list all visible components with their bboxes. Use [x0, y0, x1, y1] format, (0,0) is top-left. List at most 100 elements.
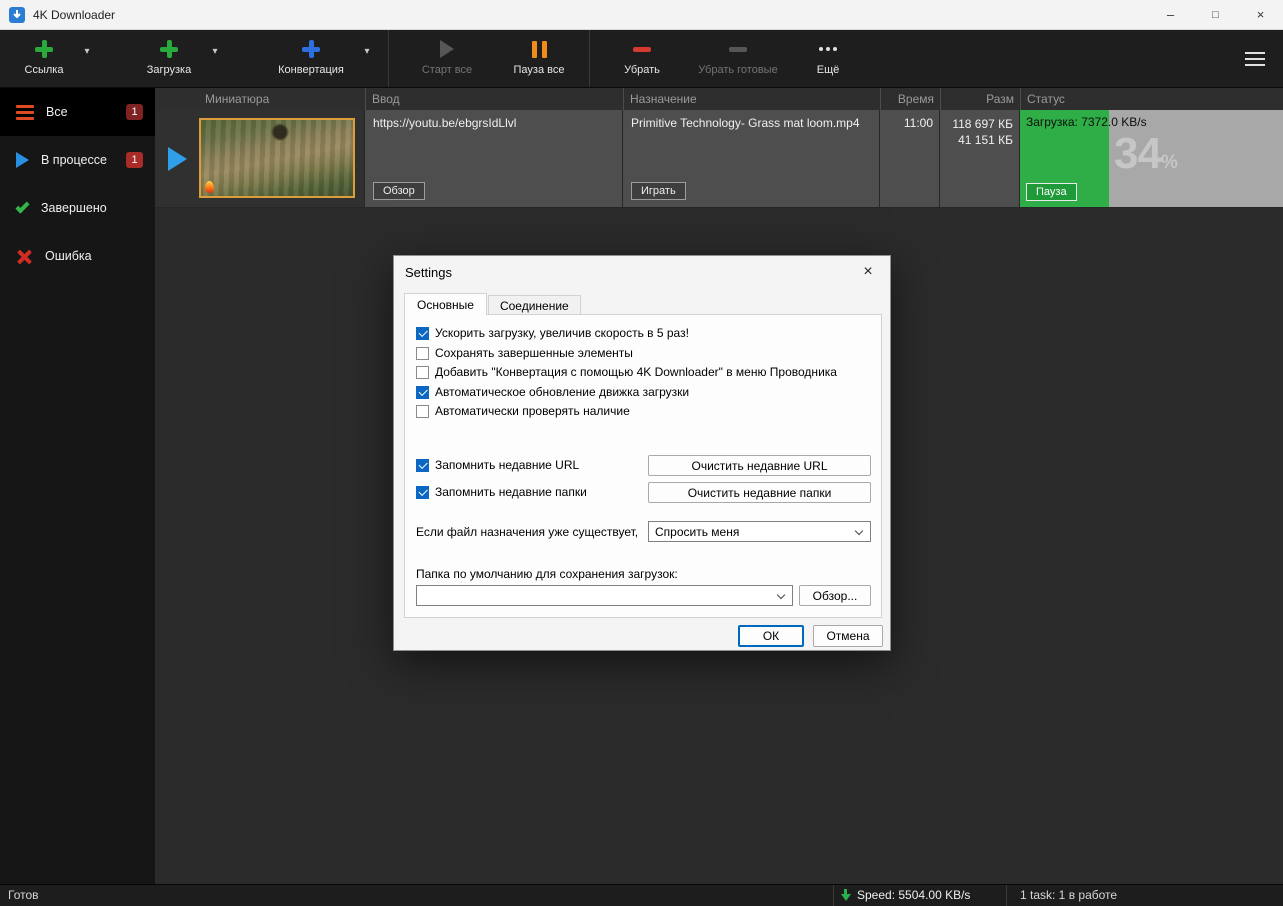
pause-row-button[interactable]: Пауза [1026, 183, 1077, 201]
file-exists-dropdown[interactable]: Спросить меня [648, 521, 871, 542]
chevron-down-icon [854, 526, 864, 536]
table-row[interactable]: https://youtu.be/ebgrsIdLlvl Обзор Primi… [155, 110, 1283, 208]
error-x-icon [16, 248, 33, 265]
pause-all-button[interactable]: Пауза все [499, 30, 579, 87]
row-play-icon[interactable] [168, 147, 187, 171]
time-cell: 11:00 [880, 110, 940, 208]
checkbox-icon [416, 458, 429, 472]
sidebar-item-label: Завершено [41, 201, 107, 215]
dialog-close-button[interactable]: × [846, 256, 890, 288]
source-url: https://youtu.be/ebgrsIdLlvl [373, 116, 517, 130]
checkbox-remember-folders[interactable]: Запомнить недавние папки [416, 485, 587, 499]
in-progress-icon [16, 152, 29, 168]
clear-recent-urls-button[interactable]: Очистить недавние URL [648, 455, 871, 476]
pause-all-label: Пауза все [513, 64, 565, 76]
size-total: 118 697 КБ [952, 117, 1013, 131]
checkbox-remember-urls[interactable]: Запомнить недавние URL [416, 458, 579, 472]
clear-recent-folders-button[interactable]: Очистить недавние папки [648, 482, 871, 503]
link-caret-icon[interactable]: ▾ [76, 46, 98, 87]
checkbox-speedup[interactable]: Ускорить загрузку, увеличив скорость в 5… [416, 326, 689, 340]
column-header-status[interactable]: Статус [1020, 88, 1283, 110]
status-cell: Загрузка: 7372.0 KB/s 34% Пауза [1020, 110, 1283, 208]
add-conversion-label: Конвертация [278, 64, 344, 76]
sidebar-item-in-progress[interactable]: В процессе 1 [0, 136, 155, 184]
default-folder-label: Папка по умолчанию для сохранения загруз… [416, 567, 678, 581]
start-all-label: Старт все [421, 64, 473, 76]
remove-label: Убрать [624, 64, 660, 76]
checkbox-keep-finished[interactable]: Сохранять завершенные элементы [416, 346, 633, 360]
ok-button[interactable]: ОК [738, 625, 804, 647]
checkbox-auto-update-engine[interactable]: Автоматическое обновление движка загрузк… [416, 385, 689, 399]
more-label: Ещё [816, 64, 840, 76]
file-exists-label: Если файл назначения уже существует, [416, 525, 639, 539]
sidebar-item-label: В процессе [41, 153, 107, 167]
remove-finished-label: Убрать готовые [698, 64, 778, 76]
statusbar-divider [833, 885, 834, 906]
tab-connection[interactable]: Соединение [487, 295, 581, 315]
checkbox-icon [416, 385, 429, 399]
titlebar: 4K Downloader – □ × [0, 0, 1283, 30]
table-header: Миниатюра Ввод Назначение Время Разм Ста… [155, 88, 1283, 110]
start-all-button[interactable]: Старт все [405, 30, 489, 87]
cancel-button[interactable]: Отмена [813, 625, 883, 647]
count-badge: 1 [126, 104, 143, 120]
ready-status: Готов [8, 888, 39, 902]
remove-button[interactable]: Убрать [606, 30, 678, 87]
checkbox-auto-check[interactable]: Автоматически проверять наличие [416, 404, 630, 418]
play-all-icon [440, 40, 454, 58]
app-logo-icon [9, 6, 25, 23]
size-cell: 118 697 КБ 41 151 КБ [940, 110, 1020, 208]
toolbar-separator [589, 30, 590, 87]
destination-cell: Primitive Technology- Grass mat loom.mp4… [623, 110, 880, 208]
tab-general[interactable]: Основные [404, 293, 487, 315]
browse-folder-button[interactable]: Обзор... [799, 585, 871, 606]
menu-button[interactable] [1239, 46, 1271, 72]
video-duration: 11:00 [903, 116, 933, 130]
play-row-button[interactable]: Играть [631, 182, 686, 200]
download-speed-text: Загрузка: 7372.0 KB/s [1026, 115, 1147, 129]
statusbar-divider [1006, 885, 1007, 906]
tasks-text: 1 task: 1 в работе [1020, 888, 1118, 902]
browse-row-button[interactable]: Обзор [373, 182, 425, 200]
sidebar-item-all[interactable]: Все 1 [0, 88, 155, 136]
settings-panel: Ускорить загрузку, увеличив скорость в 5… [404, 314, 882, 618]
column-header-size[interactable]: Разм [940, 88, 1020, 110]
conversion-caret-icon[interactable]: ▾ [356, 46, 378, 87]
video-thumbnail[interactable] [199, 118, 355, 198]
column-header-time[interactable]: Время [880, 88, 940, 110]
fire-icon [205, 181, 214, 193]
file-exists-value: Спросить меня [655, 524, 740, 539]
destination-filename: Primitive Technology- Grass mat loom.mp4 [631, 116, 860, 130]
maximize-button[interactable]: □ [1193, 0, 1238, 29]
download-caret-icon[interactable]: ▾ [204, 46, 226, 87]
settings-dialog: Settings × Основные Соединение Ускорить … [393, 255, 891, 651]
more-button[interactable]: Ещё [798, 30, 858, 87]
column-header-destination[interactable]: Назначение [623, 88, 880, 110]
checkbox-explorer-menu[interactable]: Добавить "Конвертация с помощью 4K Downl… [416, 365, 837, 379]
column-header-thumbnail[interactable]: Миниатюра [155, 88, 365, 110]
add-download-label: Загрузка [146, 64, 192, 76]
list-icon [16, 104, 34, 120]
count-badge: 1 [126, 152, 143, 168]
add-conversion-button[interactable]: Конвертация [266, 30, 356, 87]
checkbox-icon [416, 485, 429, 499]
speed-text: Speed: 5504.00 KB/s [857, 888, 971, 902]
checkbox-icon [416, 365, 429, 379]
sidebar-item-label: Все [46, 105, 68, 119]
checkbox-icon [416, 404, 429, 418]
paste-link-button[interactable]: Ссылка [12, 30, 76, 87]
dialog-titlebar: Settings [394, 256, 890, 288]
column-header-input[interactable]: Ввод [365, 88, 623, 110]
chevron-down-icon [776, 590, 786, 600]
sidebar-item-error[interactable]: Ошибка [0, 232, 155, 280]
close-button[interactable]: × [1238, 0, 1283, 29]
add-link-icon [35, 40, 53, 58]
minimize-button[interactable]: – [1148, 0, 1193, 29]
default-folder-dropdown[interactable] [416, 585, 793, 606]
more-dots-icon [819, 47, 837, 51]
status-bar: Готов Speed: 5504.00 KB/s 1 task: 1 в ра… [0, 884, 1283, 906]
sidebar-item-completed[interactable]: Завершено [0, 184, 155, 232]
app-window: 4K Downloader – □ × Ссылка ▾ Загрузка ▾ [0, 0, 1283, 906]
remove-finished-button[interactable]: Убрать готовые [686, 30, 790, 87]
add-download-button[interactable]: Загрузка [134, 30, 204, 87]
